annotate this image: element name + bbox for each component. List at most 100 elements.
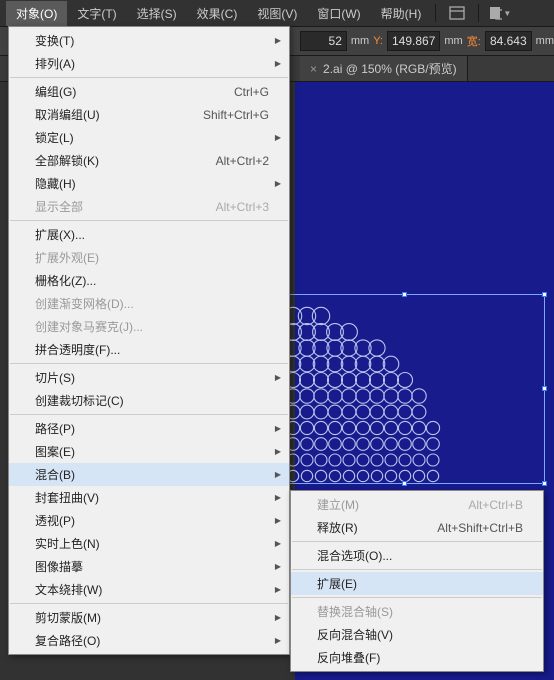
menu-item[interactable]: 路径(P) (9, 417, 289, 440)
menu-item-label: 显示全部 (35, 198, 83, 215)
menu-item[interactable]: 扩展(X)... (9, 223, 289, 246)
menu-separator (292, 541, 542, 542)
menu-item-label: 复合路径(O) (35, 632, 100, 649)
blend-submenu: 建立(M) Alt+Ctrl+B 释放(R) Alt+Shift+Ctrl+B 混合选项… (290, 490, 544, 672)
menu-item-label: 剪切蒙版(M) (35, 609, 101, 626)
menu-separator (10, 77, 288, 78)
menu-shortcut: Alt+Ctrl+B (468, 498, 523, 512)
menu-item: 创建渐变网格(D)... (9, 292, 289, 315)
menu-item[interactable]: 变换(T) (9, 29, 289, 52)
menu-item[interactable]: 锁定(L) (9, 126, 289, 149)
menu-item-label: 反向混合轴(V) (317, 626, 393, 643)
handle-br[interactable] (542, 481, 547, 486)
menu-item-label: 图案(E) (35, 443, 75, 460)
menu-item-label: 实时上色(N) (35, 535, 100, 552)
separator (478, 4, 479, 22)
menu-shortcut: Ctrl+G (234, 85, 269, 99)
menu-select[interactable]: 选择(S) (127, 1, 187, 26)
menu-item-label: 切片(S) (35, 369, 75, 386)
menu-item[interactable]: 封套扭曲(V) (9, 486, 289, 509)
menu-item[interactable]: 实时上色(N) (9, 532, 289, 555)
menu-item[interactable]: 编组(G) Ctrl+G (9, 80, 289, 103)
unit-x: mm (351, 35, 369, 47)
menu-separator (10, 220, 288, 221)
menu-item-label: 创建裁切标记(C) (35, 392, 124, 409)
menu-item[interactable]: 排列(A) (9, 52, 289, 75)
menu-effect[interactable]: 效果(C) (187, 1, 248, 26)
menu-help[interactable]: 帮助(H) (371, 1, 432, 26)
handle-tr[interactable] (542, 292, 547, 297)
menu-item-label: 释放(R) (317, 519, 358, 536)
menu-item-label: 创建对象马赛克(J)... (35, 318, 143, 335)
menu-view[interactable]: 视图(V) (247, 1, 307, 26)
menu-separator (10, 363, 288, 364)
handle-tm[interactable] (402, 292, 407, 297)
menu-item-label: 创建渐变网格(D)... (35, 295, 134, 312)
menu-item[interactable]: 混合选项(O)... (291, 544, 543, 567)
menu-item: 替换混合轴(S) (291, 600, 543, 623)
menu-item[interactable]: 创建裁切标记(C) (9, 389, 289, 412)
arrange-icon[interactable]: ▼ (489, 4, 511, 22)
unit-y: mm (444, 35, 462, 47)
menu-item[interactable]: 反向混合轴(V) (291, 623, 543, 646)
value-w[interactable]: 84.643 (485, 31, 532, 51)
menu-separator (10, 414, 288, 415)
menu-item: 创建对象马赛克(J)... (9, 315, 289, 338)
menu-item[interactable]: 文本绕排(W) (9, 578, 289, 601)
value-y[interactable]: 149.867 (387, 31, 440, 51)
menu-item[interactable]: 透视(P) (9, 509, 289, 532)
menu-item-label: 栅格化(Z)... (35, 272, 96, 289)
menu-item-label: 扩展(X)... (35, 226, 85, 243)
menu-item[interactable]: 图像描摹 (9, 555, 289, 578)
menu-item[interactable]: 图案(E) (9, 440, 289, 463)
menubar: 对象(O) 文字(T) 选择(S) 效果(C) 视图(V) 窗口(W) 帮助(H… (0, 0, 554, 26)
menu-item[interactable]: 全部解锁(K) Alt+Ctrl+2 (9, 149, 289, 172)
close-icon[interactable]: × (310, 62, 317, 76)
object-menu: 变换(T) 排列(A) 编组(G) Ctrl+G 取消编组(U)Shift+Ctrl+G… (8, 26, 290, 655)
menu-item-label: 图像描摹 (35, 558, 83, 575)
menu-item-label: 拼合透明度(F)... (35, 341, 120, 358)
menu-item[interactable]: 复合路径(O) (9, 629, 289, 652)
label-y: Y: (373, 35, 383, 47)
menu-window[interactable]: 窗口(W) (307, 1, 370, 26)
menu-type[interactable]: 文字(T) (67, 1, 126, 26)
menu-item[interactable]: 混合(B) (9, 463, 289, 486)
menu-item-label: 锁定(L) (35, 129, 74, 146)
value-x[interactable]: 52 (300, 31, 347, 51)
menu-item[interactable]: 反向堆叠(F) (291, 646, 543, 669)
separator (435, 4, 436, 22)
menu-shortcut: Alt+Ctrl+2 (216, 154, 269, 168)
menu-separator (10, 603, 288, 604)
menu-item-label: 建立(M) (317, 496, 359, 513)
menu-item[interactable]: 隐藏(H) (9, 172, 289, 195)
menu-item-label: 编组(G) (35, 83, 76, 100)
document-tab[interactable]: × 2.ai @ 150% (RGB/预览) (300, 55, 468, 81)
menu-shortcut: Alt+Shift+Ctrl+B (437, 521, 523, 535)
menu-item[interactable]: 栅格化(Z)... (9, 269, 289, 292)
menu-item: 建立(M) Alt+Ctrl+B (291, 493, 543, 516)
menu-item-label: 文本绕排(W) (35, 581, 102, 598)
menu-item-label: 反向堆叠(F) (317, 649, 380, 666)
selection-bounds (265, 294, 545, 484)
menu-item-label: 混合(B) (35, 466, 75, 483)
menu-item[interactable]: 剪切蒙版(M) (9, 606, 289, 629)
menu-object[interactable]: 对象(O) (6, 1, 67, 26)
menu-item-label: 全部解锁(K) (35, 152, 99, 169)
handle-bm[interactable] (402, 481, 407, 486)
menu-item-label: 排列(A) (35, 55, 75, 72)
menu-item[interactable]: 取消编组(U)Shift+Ctrl+G (9, 103, 289, 126)
menu-item[interactable]: 拼合透明度(F)... (9, 338, 289, 361)
menu-item[interactable]: 切片(S) (9, 366, 289, 389)
tab-title: 2.ai @ 150% (RGB/预览) (323, 60, 457, 77)
menu-item-label: 隐藏(H) (35, 175, 76, 192)
menu-item-label: 透视(P) (35, 512, 75, 529)
menu-item: 显示全部 Alt+Ctrl+3 (9, 195, 289, 218)
unit-w: mm (536, 35, 554, 47)
menu-separator (292, 597, 542, 598)
handle-mr[interactable] (542, 386, 547, 391)
menu-item[interactable]: 释放(R) Alt+Shift+Ctrl+B (291, 516, 543, 539)
workspace-icon[interactable] (446, 4, 468, 22)
menu-item-label: 混合选项(O)... (317, 547, 392, 564)
menu-shortcut: Alt+Ctrl+3 (216, 200, 269, 214)
menu-item[interactable]: 扩展(E) (291, 572, 543, 595)
